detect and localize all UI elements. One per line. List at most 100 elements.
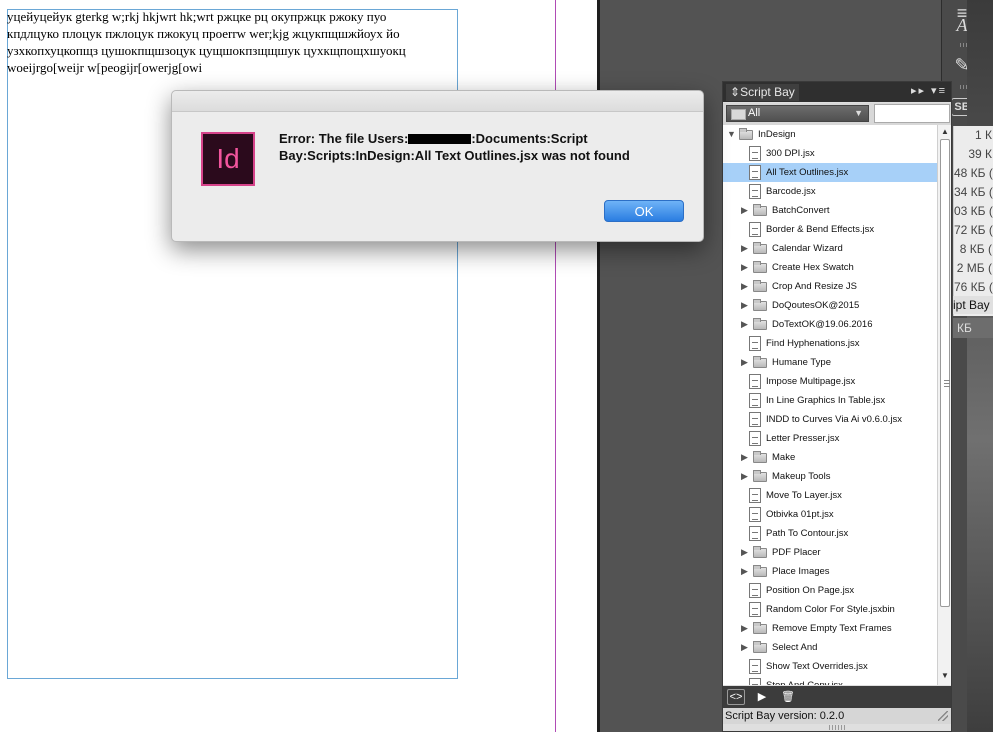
scroll-up-icon[interactable]: ▲ [940, 126, 950, 138]
tree-file-row[interactable]: Impose Multipage.jsx [723, 372, 937, 391]
script-tree: ▼ InDesign 300 DPI.jsx All Text Outlines.js… [723, 125, 937, 685]
tree-folder-row[interactable]: ▶ Humane Type [723, 353, 937, 372]
tree-file-row[interactable]: Letter Presser.jsx [723, 429, 937, 448]
tree-item-label: DoQoutesOK@2015 [772, 300, 860, 311]
tree-folder-row[interactable]: ▼ InDesign [723, 125, 937, 144]
folder-icon [753, 280, 767, 292]
tree-folder-row[interactable]: ▶ Crop And Resize JS [723, 277, 937, 296]
script-file-icon [749, 507, 761, 522]
tree-folder-row[interactable]: ▶ Place Images [723, 562, 937, 581]
tab-order-icon: ⇕ [730, 85, 741, 99]
disclosure-collapsed-icon[interactable]: ▶ [741, 319, 749, 329]
category-dropdown[interactable]: All ▼ [726, 105, 869, 122]
tree-folder-row[interactable]: ▶ Calendar Wizard [723, 239, 937, 258]
folder-icon [753, 204, 767, 216]
indesign-app-icon: Id [201, 132, 255, 186]
error-message-part1: Error: The file Users: [279, 131, 409, 146]
tree-file-row[interactable]: INDD to Curves Via Ai v0.6.0.jsx [723, 410, 937, 429]
type-tool-glyph: A [956, 14, 968, 35]
script-file-icon [749, 374, 761, 389]
script-file-icon [749, 602, 761, 617]
tree-folder-row[interactable]: ▶ Make [723, 448, 937, 467]
panel-tab[interactable]: ⇕Script Bay [726, 84, 799, 101]
tree-file-row[interactable]: Find Hyphenations.jsx [723, 334, 937, 353]
disclosure-expanded-icon[interactable]: ▼ [727, 129, 736, 139]
tree-item-label: Remove Empty Text Frames [772, 623, 892, 634]
dialog-titlebar[interactable] [172, 91, 703, 112]
disclosure-collapsed-icon[interactable]: ▶ [741, 623, 749, 633]
script-file-icon [749, 431, 761, 446]
edit-script-icon[interactable]: <> [727, 689, 745, 705]
tree-file-row[interactable]: Stop And Copy.jsx [723, 676, 937, 685]
tree-file-row[interactable]: All Text Outlines.jsx [723, 163, 937, 182]
tree-file-row[interactable]: Otbivka 01pt.jsx [723, 505, 937, 524]
disclosure-collapsed-icon[interactable]: ▶ [741, 452, 749, 462]
disclosure-collapsed-icon[interactable]: ▶ [741, 262, 749, 272]
file-size: 1 К [975, 128, 992, 142]
disclosure-collapsed-icon[interactable]: ▶ [741, 205, 749, 215]
tree-file-row[interactable]: 300 DPI.jsx [723, 144, 937, 163]
document-text: уцейуцейук gterkg w;rkj hkjwrt hk;wrt рж… [7, 8, 457, 76]
background-window [967, 0, 993, 732]
text-line: woeijrgo[weijr w[peogijr[owerjg[owi [7, 60, 203, 75]
tree-item-label: BatchConvert [772, 205, 830, 216]
folder-icon [753, 451, 767, 463]
trash-icon[interactable]: 🗑 [779, 689, 797, 705]
tree-file-row[interactable]: Show Text Overrides.jsx [723, 657, 937, 676]
disclosure-collapsed-icon[interactable]: ▶ [741, 281, 749, 291]
panel-bottom-grip[interactable] [829, 725, 847, 730]
tree-folder-row[interactable]: ▶ Select And [723, 638, 937, 657]
scroll-thumb[interactable] [940, 139, 950, 607]
tree-file-row[interactable]: Barcode.jsx [723, 182, 937, 201]
tree-item-label: 300 DPI.jsx [766, 148, 815, 159]
tree-folder-row[interactable]: ▶ Makeup Tools [723, 467, 937, 486]
panel-header: ⇕Script Bay ▸▸ ▾≡ [723, 82, 951, 102]
tree-item-label: Random Color For Style.jsxbin [766, 604, 895, 615]
disclosure-collapsed-icon[interactable]: ▶ [741, 471, 749, 481]
search-input[interactable] [874, 104, 950, 123]
scroll-grip-icon [944, 380, 950, 388]
ok-button[interactable]: OK [604, 200, 684, 222]
tree-item-label: DoTextOK@19.06.2016 [772, 319, 873, 330]
tree-folder-row[interactable]: ▶ BatchConvert [723, 201, 937, 220]
panel-menu-button[interactable]: ▸▸ ▾≡ [911, 84, 947, 97]
tree-item-label: Humane Type [772, 357, 831, 368]
scroll-down-icon[interactable]: ▼ [940, 670, 950, 682]
tree-folder-row[interactable]: ▶ DoTextOK@19.06.2016 [723, 315, 937, 334]
run-script-icon[interactable]: ▶ [753, 689, 771, 705]
tree-item-label: Path To Contour.jsx [766, 528, 849, 539]
error-dialog: Id Error: The file Users::Documents:Scri… [171, 90, 704, 242]
tree-folder-row[interactable]: ▶ PDF Placer [723, 543, 937, 562]
disclosure-collapsed-icon[interactable]: ▶ [741, 547, 749, 557]
filter-row: All ▼ [723, 103, 951, 125]
tree-item-label: Select And [772, 642, 818, 653]
tree-file-row[interactable]: Path To Contour.jsx [723, 524, 937, 543]
tree-scrollbar[interactable]: ▲ ▼ [937, 125, 951, 685]
folder-icon [753, 470, 767, 482]
script-file-icon [749, 165, 761, 180]
tree-item-label: Create Hex Swatch [772, 262, 854, 273]
tree-item-label: Show Text Overrides.jsx [766, 661, 868, 672]
disclosure-collapsed-icon[interactable]: ▶ [741, 300, 749, 310]
file-size: 2 МБ ( [956, 261, 992, 275]
script-file-icon [749, 146, 761, 161]
tree-file-row[interactable]: In Line Graphics In Table.jsx [723, 391, 937, 410]
resize-grip-icon[interactable] [938, 711, 948, 721]
disclosure-collapsed-icon[interactable]: ▶ [741, 243, 749, 253]
disclosure-collapsed-icon[interactable]: ▶ [741, 357, 749, 367]
disclosure-collapsed-icon[interactable]: ▶ [741, 566, 749, 576]
tree-item-label: INDD to Curves Via Ai v0.6.0.jsx [766, 414, 903, 425]
tree-file-row[interactable]: Move To Layer.jsx [723, 486, 937, 505]
script-file-icon [749, 678, 761, 685]
tree-item-label: Calendar Wizard [772, 243, 843, 254]
tree-file-row[interactable]: Position On Page.jsx [723, 581, 937, 600]
redacted-username [408, 134, 472, 144]
category-value: All [748, 107, 761, 119]
tree-folder-row[interactable]: ▶ Remove Empty Text Frames [723, 619, 937, 638]
tree-file-row[interactable]: Border & Bend Effects.jsx [723, 220, 937, 239]
tree-folder-row[interactable]: ▶ DoQoutesOK@2015 [723, 296, 937, 315]
tree-file-row[interactable]: Random Color For Style.jsxbin [723, 600, 937, 619]
script-bay-panel: ⇕Script Bay ▸▸ ▾≡ All ▼ ▼ InDesign 300 DPI… [722, 81, 952, 732]
tree-folder-row[interactable]: ▶ Create Hex Swatch [723, 258, 937, 277]
disclosure-collapsed-icon[interactable]: ▶ [741, 642, 749, 652]
